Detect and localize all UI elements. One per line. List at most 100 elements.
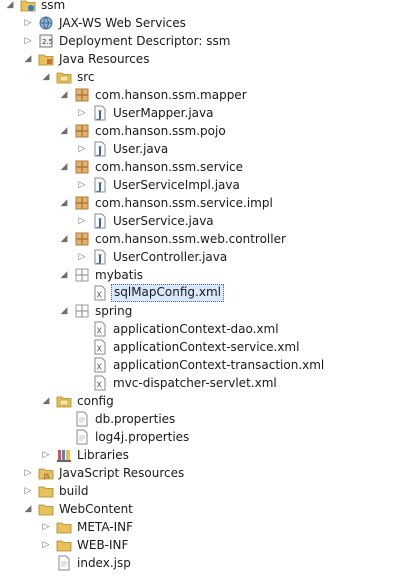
tree-item-label: WebContent <box>59 502 133 516</box>
svg-text:J: J <box>97 254 103 265</box>
folder-icon <box>56 537 72 553</box>
package-icon <box>74 87 90 103</box>
collapse-arrow-icon[interactable]: ◢ <box>59 126 69 136</box>
expand-arrow-icon[interactable]: ▷ <box>23 36 33 46</box>
libraries-icon <box>56 447 72 463</box>
collapse-arrow-icon[interactable]: ◢ <box>41 72 51 82</box>
javascript-resources-icon: JS <box>38 465 54 481</box>
svg-text:J: J <box>97 182 103 193</box>
expand-arrow-icon[interactable]: ▷ <box>41 522 51 532</box>
properties-file-icon <box>74 429 90 445</box>
expand-arrow-icon[interactable]: ▷ <box>77 180 87 190</box>
tree-item[interactable]: ◢ ssm <box>0 0 415 14</box>
tree-item[interactable]: XapplicationContext-service.xml <box>0 338 415 356</box>
source-folder-icon <box>56 69 72 85</box>
expand-arrow-icon[interactable]: ▷ <box>77 144 87 154</box>
collapse-arrow-icon[interactable]: ◢ <box>5 0 15 10</box>
tree-item[interactable]: ▷ META-INF <box>0 518 415 536</box>
tree-item[interactable]: ▷ 2.5 Deployment Descriptor: ssm <box>0 32 415 50</box>
collapse-arrow-icon[interactable]: ◢ <box>23 504 33 514</box>
tree-item[interactable]: ▷ J UserServiceImpl.java <box>0 176 415 194</box>
tree-item[interactable]: XapplicationContext-transaction.xml <box>0 356 415 374</box>
tree-item-label: UserServiceImpl.java <box>113 178 240 192</box>
xml-file-icon: X <box>92 357 108 373</box>
tree-item[interactable]: ◢ com.hanson.ssm.web.controller <box>0 230 415 248</box>
tree-item-label: Libraries <box>77 448 129 462</box>
tree-item-label: src <box>77 70 95 84</box>
collapse-arrow-icon[interactable]: ◢ <box>59 270 69 280</box>
tree-item-label: build <box>59 484 89 498</box>
tree-item-label: META-INF <box>77 520 134 534</box>
collapse-arrow-icon[interactable]: ◢ <box>59 90 69 100</box>
tree-item[interactable]: ◢ config <box>0 392 415 410</box>
project-explorer-tree: ◢ ssm ▷ JAX-WS Web Services ▷ 2.5 Deployment D… <box>0 0 415 576</box>
tree-item[interactable]: ▷ build <box>0 482 415 500</box>
expand-arrow-icon[interactable]: ▷ <box>41 540 51 550</box>
tree-item[interactable]: ▷ J User.java <box>0 140 415 158</box>
deployment-descriptor-icon: 2.5 <box>38 33 54 49</box>
tree-item[interactable]: ◢ com.hanson.ssm.service.impl <box>0 194 415 212</box>
tree-item-label: Deployment Descriptor: ssm <box>59 34 231 48</box>
collapse-arrow-icon[interactable]: ◢ <box>59 234 69 244</box>
tree-item[interactable]: db.properties <box>0 410 415 428</box>
expand-arrow-icon[interactable]: ▷ <box>23 486 33 496</box>
svg-text:X: X <box>97 291 103 300</box>
tree-item-label: com.hanson.ssm.pojo <box>95 124 226 138</box>
expand-arrow-icon[interactable]: ▷ <box>77 216 87 226</box>
tree-item-label: spring <box>95 304 133 318</box>
svg-text:X: X <box>97 327 103 336</box>
collapse-arrow-icon[interactable]: ◢ <box>59 162 69 172</box>
xml-file-icon: X <box>92 285 108 301</box>
collapse-arrow-icon[interactable]: ◢ <box>41 396 51 406</box>
tree-item[interactable]: ▷ J UserService.java <box>0 212 415 230</box>
tree-item[interactable]: ◢ mybatis <box>0 266 415 284</box>
empty-package-icon <box>74 267 90 283</box>
expand-arrow-icon[interactable]: ▷ <box>23 468 33 478</box>
tree-item[interactable]: XsqlMapConfig.xml <box>0 284 415 302</box>
tree-item[interactable]: XapplicationContext-dao.xml <box>0 320 415 338</box>
tree-item[interactable]: ◢ com.hanson.ssm.service <box>0 158 415 176</box>
package-icon <box>74 159 90 175</box>
tree-item[interactable]: Xmvc-dispatcher-servlet.xml <box>0 374 415 392</box>
project-icon <box>20 0 36 13</box>
java-resources-icon <box>38 51 54 67</box>
tree-item-label: UserController.java <box>113 250 228 264</box>
tree-item[interactable]: ◢ WebContent <box>0 500 415 518</box>
tree-item[interactable]: ▷ Libraries <box>0 446 415 464</box>
tree-item-label: JavaScript Resources <box>59 466 185 480</box>
collapse-arrow-icon[interactable]: ◢ <box>59 198 69 208</box>
tree-item-label: UserMapper.java <box>113 106 214 120</box>
tree-item[interactable]: ◢ com.hanson.ssm.pojo <box>0 122 415 140</box>
xml-file-icon: X <box>92 339 108 355</box>
folder-icon <box>38 483 54 499</box>
tree-item[interactable]: ▷ J UserMapper.java <box>0 104 415 122</box>
tree-item[interactable]: ▷ WEB-INF <box>0 536 415 554</box>
tree-item[interactable]: ▷ JAX-WS Web Services <box>0 14 415 32</box>
java-file-icon: J <box>92 213 108 229</box>
svg-text:X: X <box>97 363 103 372</box>
tree-item-label: Java Resources <box>59 52 150 66</box>
collapse-arrow-icon[interactable]: ◢ <box>23 54 33 64</box>
expand-arrow-icon[interactable]: ▷ <box>77 108 87 118</box>
expand-arrow-icon[interactable]: ▷ <box>41 450 51 460</box>
expand-arrow-icon[interactable]: ▷ <box>23 18 33 28</box>
tree-item-label: log4j.properties <box>95 430 190 444</box>
tree-item[interactable]: log4j.properties <box>0 428 415 446</box>
tree-item-label: UserService.java <box>113 214 214 228</box>
tree-item[interactable]: ◢ spring <box>0 302 415 320</box>
tree-item-label: com.hanson.ssm.service <box>95 160 244 174</box>
tree-item[interactable]: ▷ J UserController.java <box>0 248 415 266</box>
java-file-icon: J <box>92 177 108 193</box>
tree-item[interactable]: ▷ JS JavaScript Resources <box>0 464 415 482</box>
collapse-arrow-icon[interactable]: ◢ <box>59 306 69 316</box>
tree-item[interactable]: ◢ src <box>0 68 415 86</box>
java-file-icon: J <box>92 141 108 157</box>
svg-text:J: J <box>97 146 103 157</box>
package-icon <box>74 231 90 247</box>
tree-item-label: db.properties <box>95 412 176 426</box>
expand-arrow-icon[interactable]: ▷ <box>77 252 87 262</box>
tree-item[interactable]: ◢ Java Resources <box>0 50 415 68</box>
tree-item-label: User.java <box>113 142 169 156</box>
tree-item-label: applicationContext-dao.xml <box>113 322 279 336</box>
tree-item[interactable]: ◢ com.hanson.ssm.mapper <box>0 86 415 104</box>
